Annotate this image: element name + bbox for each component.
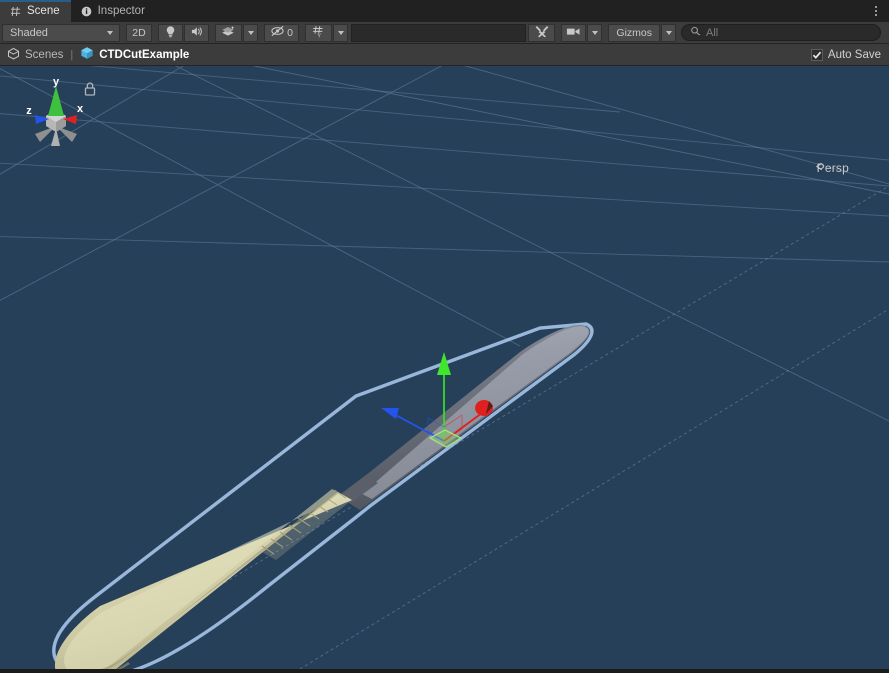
- scene-camera-dropdown-button[interactable]: [587, 23, 603, 42]
- gizmos-button[interactable]: Gizmos: [608, 23, 660, 42]
- svg-text:Y: Y: [317, 33, 321, 38]
- editor-tab-bar: Scene Inspector: [0, 0, 889, 22]
- chevron-down-icon: [665, 30, 672, 35]
- tab-scene[interactable]: Scene: [0, 0, 71, 22]
- grid-snap-icon: Y: [312, 25, 326, 41]
- toggle-2d-button[interactable]: 2D: [126, 23, 152, 42]
- scene-grid: [0, 66, 889, 669]
- scene-grid-icon: [9, 5, 22, 18]
- gizmo-axis-label-z: z: [26, 105, 32, 117]
- chevron-down-icon: [107, 30, 113, 35]
- fx-layers-icon: [221, 25, 236, 41]
- search-icon: [690, 26, 701, 40]
- breadcrumb-root[interactable]: Scenes: [7, 47, 63, 63]
- tab-inspector-label: Inspector: [97, 5, 145, 17]
- effects-toggle-button[interactable]: [215, 23, 242, 42]
- projection-mode-toggle[interactable]: Persp: [814, 161, 849, 175]
- auto-save-checkbox[interactable]: [810, 48, 823, 61]
- scene-camera-button[interactable]: [561, 23, 587, 42]
- scene-view-toolbar: Shaded 2D 0 Y Gizmos All: [0, 22, 889, 44]
- window-bottom-edge: [0, 669, 889, 673]
- draw-mode-label: Shaded: [10, 26, 48, 39]
- gizmo-axis-label-x: x: [77, 103, 84, 115]
- breadcrumb-root-label: Scenes: [25, 48, 64, 61]
- breadcrumb-current[interactable]: CTDCutExample: [80, 46, 189, 63]
- info-icon: [80, 5, 93, 18]
- lock-icon: [84, 82, 96, 96]
- toolbar-empty-field: [351, 23, 527, 42]
- effects-dropdown-button[interactable]: [243, 23, 258, 42]
- lightbulb-icon: [164, 25, 177, 41]
- unity-scene-icon: [7, 47, 20, 63]
- tab-inspector[interactable]: Inspector: [71, 0, 156, 22]
- gizmo-axis-label-y: y: [53, 76, 60, 88]
- tools-wrench-icon: [535, 24, 549, 41]
- search-input[interactable]: All: [706, 27, 718, 39]
- hidden-objects-count: 0: [287, 26, 293, 39]
- camera-icon: [566, 26, 581, 40]
- tab-bar-filler: [156, 0, 863, 22]
- scene-breadcrumb-bar: Scenes | CTDCutExample Auto Save: [0, 44, 889, 66]
- lighting-toggle-button[interactable]: [158, 23, 183, 42]
- draw-mode-dropdown[interactable]: Shaded: [2, 23, 120, 42]
- toggle-2d-label: 2D: [132, 26, 146, 39]
- hidden-objects-button[interactable]: 0: [264, 23, 299, 42]
- check-icon: [812, 51, 822, 59]
- gizmos-label: Gizmos: [616, 26, 652, 39]
- kebab-menu-icon[interactable]: [863, 0, 889, 22]
- chevron-down-icon: [337, 30, 344, 35]
- breadcrumb-separator: |: [70, 48, 74, 61]
- scene-tools-button[interactable]: [528, 23, 556, 42]
- scene-search-field[interactable]: All: [681, 24, 881, 41]
- scene-view-orientation-gizmo: y z x: [26, 76, 96, 146]
- prefab-cube-icon: [80, 46, 94, 63]
- grid-snap-dropdown-button[interactable]: [333, 23, 348, 42]
- eye-off-icon: [270, 25, 285, 40]
- grid-snap-button[interactable]: Y: [305, 23, 332, 42]
- breadcrumb-current-label: CTDCutExample: [99, 48, 190, 61]
- auto-save-label: Auto Save: [827, 48, 881, 61]
- tab-scene-label: Scene: [27, 5, 60, 17]
- chevron-down-icon: [591, 30, 598, 35]
- scene-viewport[interactable]: y z x Persp: [0, 66, 889, 669]
- speaker-icon: [190, 25, 204, 41]
- chevron-down-icon: [247, 30, 254, 35]
- audio-toggle-button[interactable]: [184, 23, 209, 42]
- gizmos-dropdown-button[interactable]: [661, 23, 676, 42]
- scalpel-object: [52, 322, 594, 669]
- auto-save-toggle[interactable]: Auto Save: [810, 48, 881, 61]
